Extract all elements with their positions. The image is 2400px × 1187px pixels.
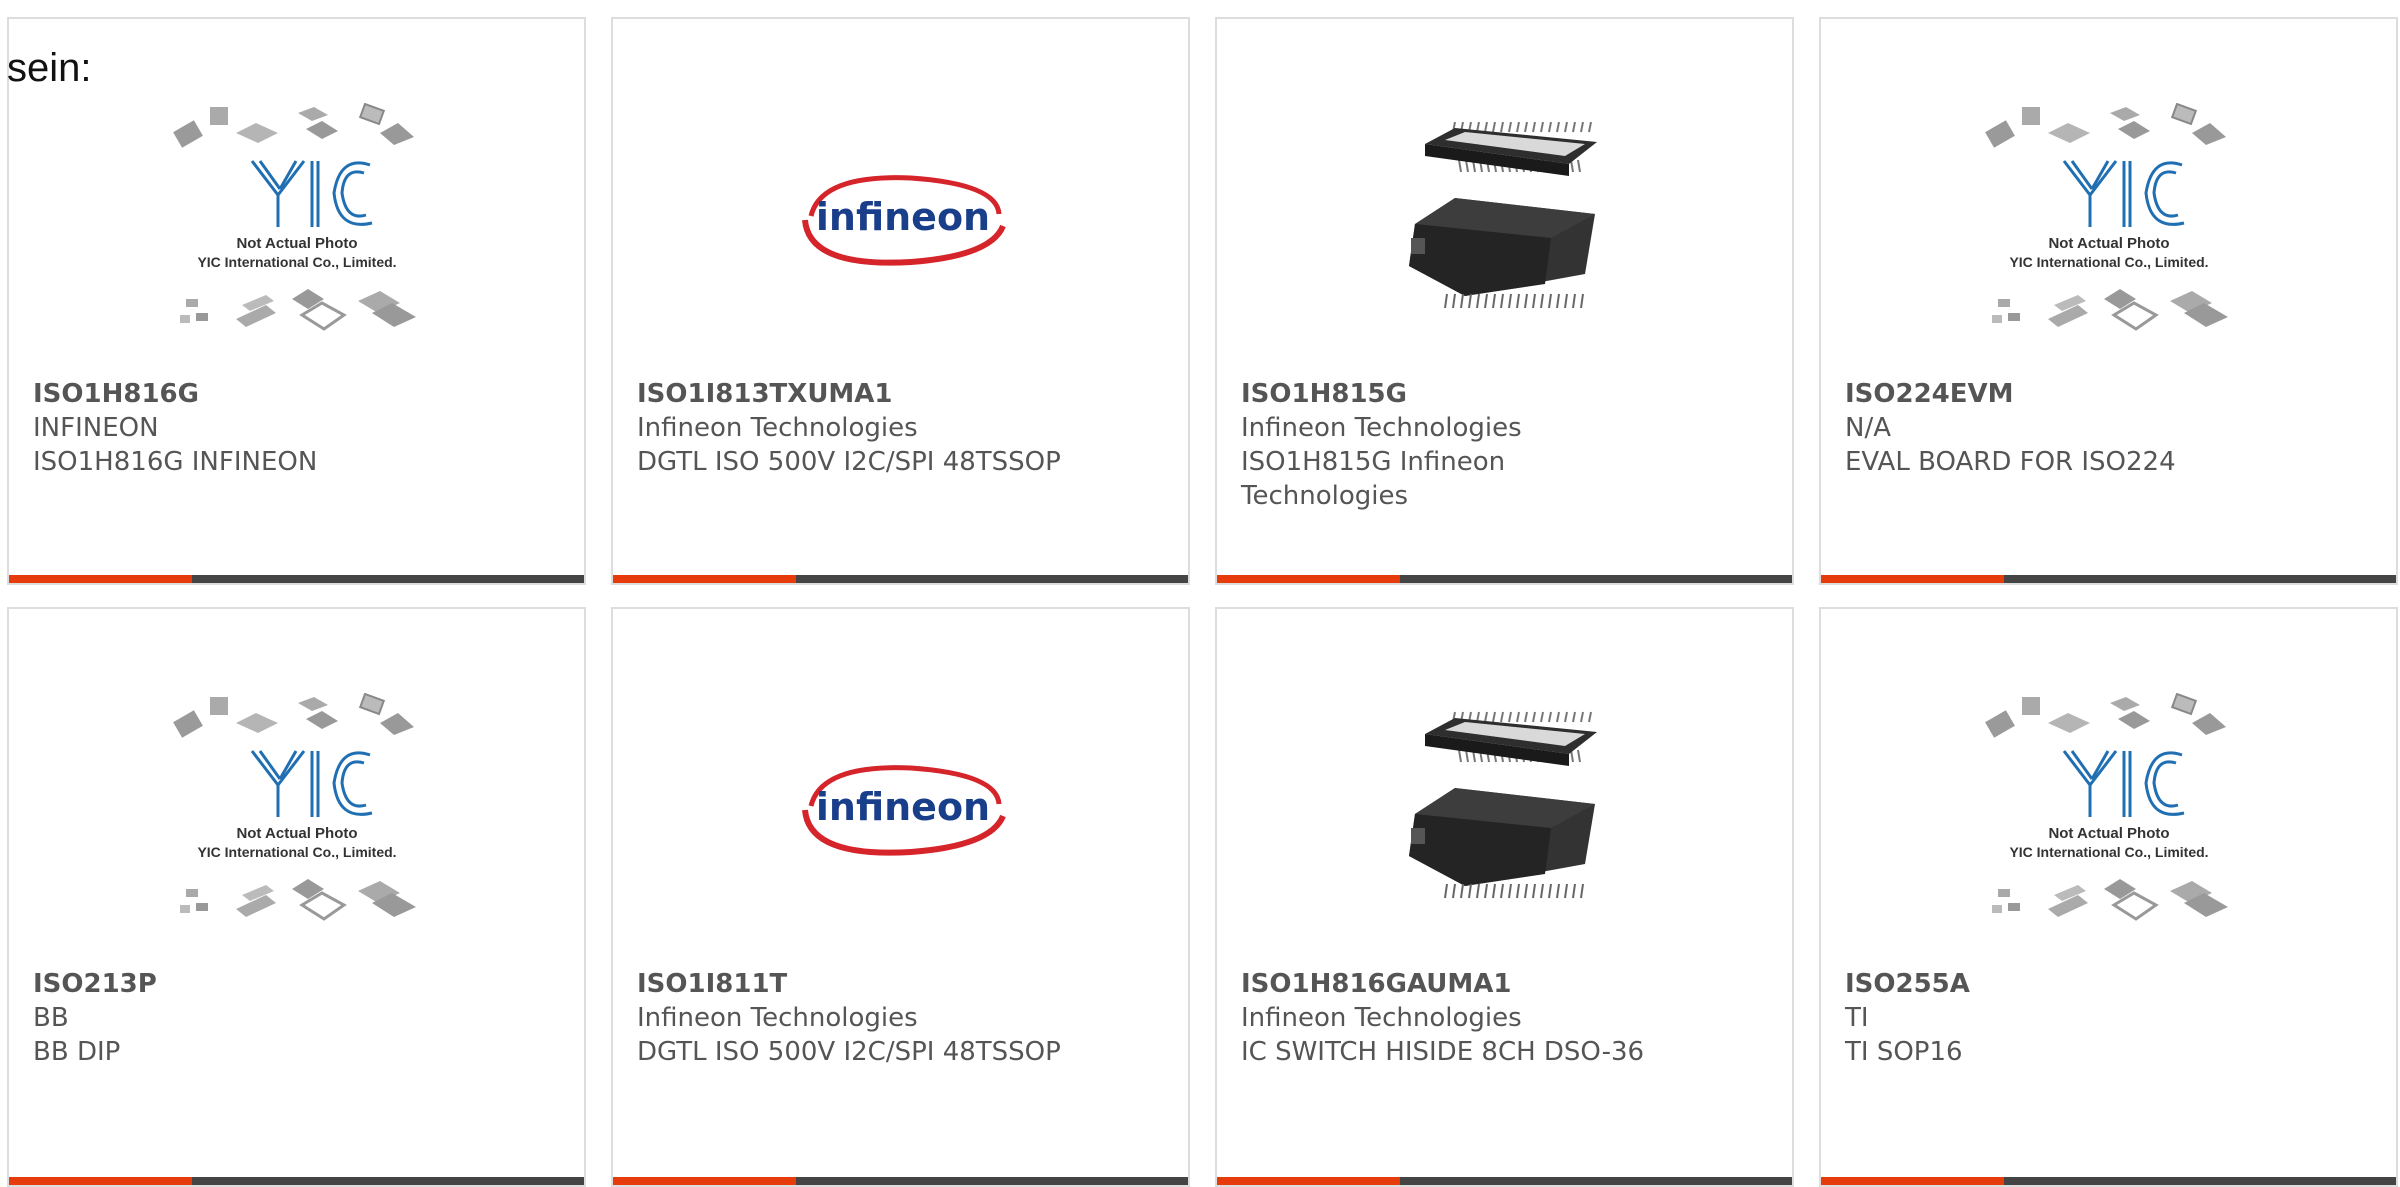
product-image (1217, 649, 1792, 969)
part-number[interactable]: ISO224EVM (1845, 377, 2365, 411)
placeholder-line1: Not Actual Photo (236, 235, 357, 252)
product-image: Not Actual Photo YIC International Co., … (1821, 59, 2396, 379)
part-number[interactable]: ISO1H816G (33, 377, 553, 411)
card-bottom-bar (1217, 575, 1792, 583)
manufacturer: N/A (1845, 413, 1891, 443)
lead-text: sein: (7, 46, 92, 90)
description: DGTL ISO 500V I2C/SPI 48TSSOP (637, 447, 1061, 477)
manufacturer: Infineon Technologies (1241, 413, 1522, 443)
description: TI SOP16 (1845, 1037, 1963, 1067)
product-card[interactable]: ISO1H815G Infineon Technologies ISO1H815… (1215, 17, 1794, 585)
description: DGTL ISO 500V I2C/SPI 48TSSOP (637, 1037, 1061, 1067)
part-number[interactable]: ISO1H816GAUMA1 (1241, 967, 1761, 1001)
manufacturer: INFINEON (33, 413, 159, 443)
chip-package-icon (1408, 711, 1597, 899)
product-card[interactable]: Not Actual Photo YIC International Co., … (1819, 17, 2398, 585)
product-card[interactable]: ISO1H816GAUMA1 Infineon Technologies IC … (1215, 607, 1794, 1187)
card-bottom-bar (613, 1177, 1188, 1185)
part-number[interactable]: ISO1I811T (637, 967, 1157, 1001)
yic-placeholder-icon: Not Actual Photo YIC International Co., … (172, 103, 416, 331)
card-accent-bar (613, 575, 796, 583)
manufacturer: BB (33, 1003, 69, 1033)
card-bottom-bar (9, 1177, 584, 1185)
placeholder-line1: Not Actual Photo (2048, 825, 2169, 842)
product-card[interactable]: Not Actual Photo YIC International Co., … (1819, 607, 2398, 1187)
placeholder-line2: YIC International Co., Limited. (2009, 254, 2208, 270)
brand-logo-text: infineon (815, 785, 989, 829)
product-image: Not Actual Photo YIC International Co., … (1821, 649, 2396, 969)
manufacturer: Infineon Technologies (1241, 1003, 1522, 1033)
placeholder-line2: YIC International Co., Limited. (197, 254, 396, 270)
yic-placeholder-icon: Not Actual Photo YIC International Co., … (1984, 103, 2228, 331)
product-grid: Not Actual Photo YIC International Co., … (0, 0, 2400, 1187)
infineon-logo-icon: infineon (801, 765, 1006, 856)
part-number[interactable]: ISO255A (1845, 967, 2365, 1001)
chip-package-icon (1408, 121, 1597, 309)
product-image (1217, 59, 1792, 379)
product-card[interactable]: infineon ISO1I811T Infineon Technologies… (611, 607, 1190, 1187)
product-card[interactable]: Not Actual Photo YIC International Co., … (7, 607, 586, 1187)
placeholder-line1: Not Actual Photo (236, 825, 357, 842)
product-card[interactable]: infineon ISO1I813TXUMA1 Infineon Technol… (611, 17, 1190, 585)
card-accent-bar (1217, 575, 1400, 583)
card-bottom-bar (1821, 1177, 2396, 1185)
card-bottom-bar (613, 575, 1188, 583)
card-bottom-bar (9, 575, 584, 583)
card-accent-bar (9, 575, 192, 583)
product-image: Not Actual Photo YIC International Co., … (9, 59, 584, 379)
yic-placeholder-icon: Not Actual Photo YIC International Co., … (172, 693, 416, 921)
yic-placeholder-icon: Not Actual Photo YIC International Co., … (1984, 693, 2228, 921)
description: EVAL BOARD FOR ISO224 (1845, 447, 2176, 477)
product-image: Not Actual Photo YIC International Co., … (9, 649, 584, 969)
product-image: infineon (613, 649, 1188, 969)
placeholder-line1: Not Actual Photo (2048, 235, 2169, 252)
card-bottom-bar (1821, 575, 2396, 583)
card-accent-bar (613, 1177, 796, 1185)
description: BB DIP (33, 1037, 121, 1067)
card-accent-bar (9, 1177, 192, 1185)
part-number[interactable]: ISO1H815G (1241, 377, 1761, 411)
placeholder-line2: YIC International Co., Limited. (197, 844, 396, 860)
description: ISO1H815G Infineon Technologies (1241, 447, 1506, 511)
card-accent-bar (1821, 1177, 2004, 1185)
product-image: infineon (613, 59, 1188, 379)
description: ISO1H816G INFINEON (33, 447, 318, 477)
card-accent-bar (1217, 1177, 1400, 1185)
brand-logo-text: infineon (815, 195, 989, 239)
description: IC SWITCH HISIDE 8CH DSO-36 (1241, 1037, 1645, 1067)
product-card[interactable]: Not Actual Photo YIC International Co., … (7, 17, 586, 585)
card-bottom-bar (1217, 1177, 1792, 1185)
manufacturer: Infineon Technologies (637, 1003, 918, 1033)
card-accent-bar (1821, 575, 2004, 583)
placeholder-line2: YIC International Co., Limited. (2009, 844, 2208, 860)
manufacturer: Infineon Technologies (637, 413, 918, 443)
part-number[interactable]: ISO1I813TXUMA1 (637, 377, 1157, 411)
part-number[interactable]: ISO213P (33, 967, 553, 1001)
manufacturer: TI (1845, 1003, 1869, 1033)
infineon-logo-icon: infineon (801, 175, 1006, 266)
